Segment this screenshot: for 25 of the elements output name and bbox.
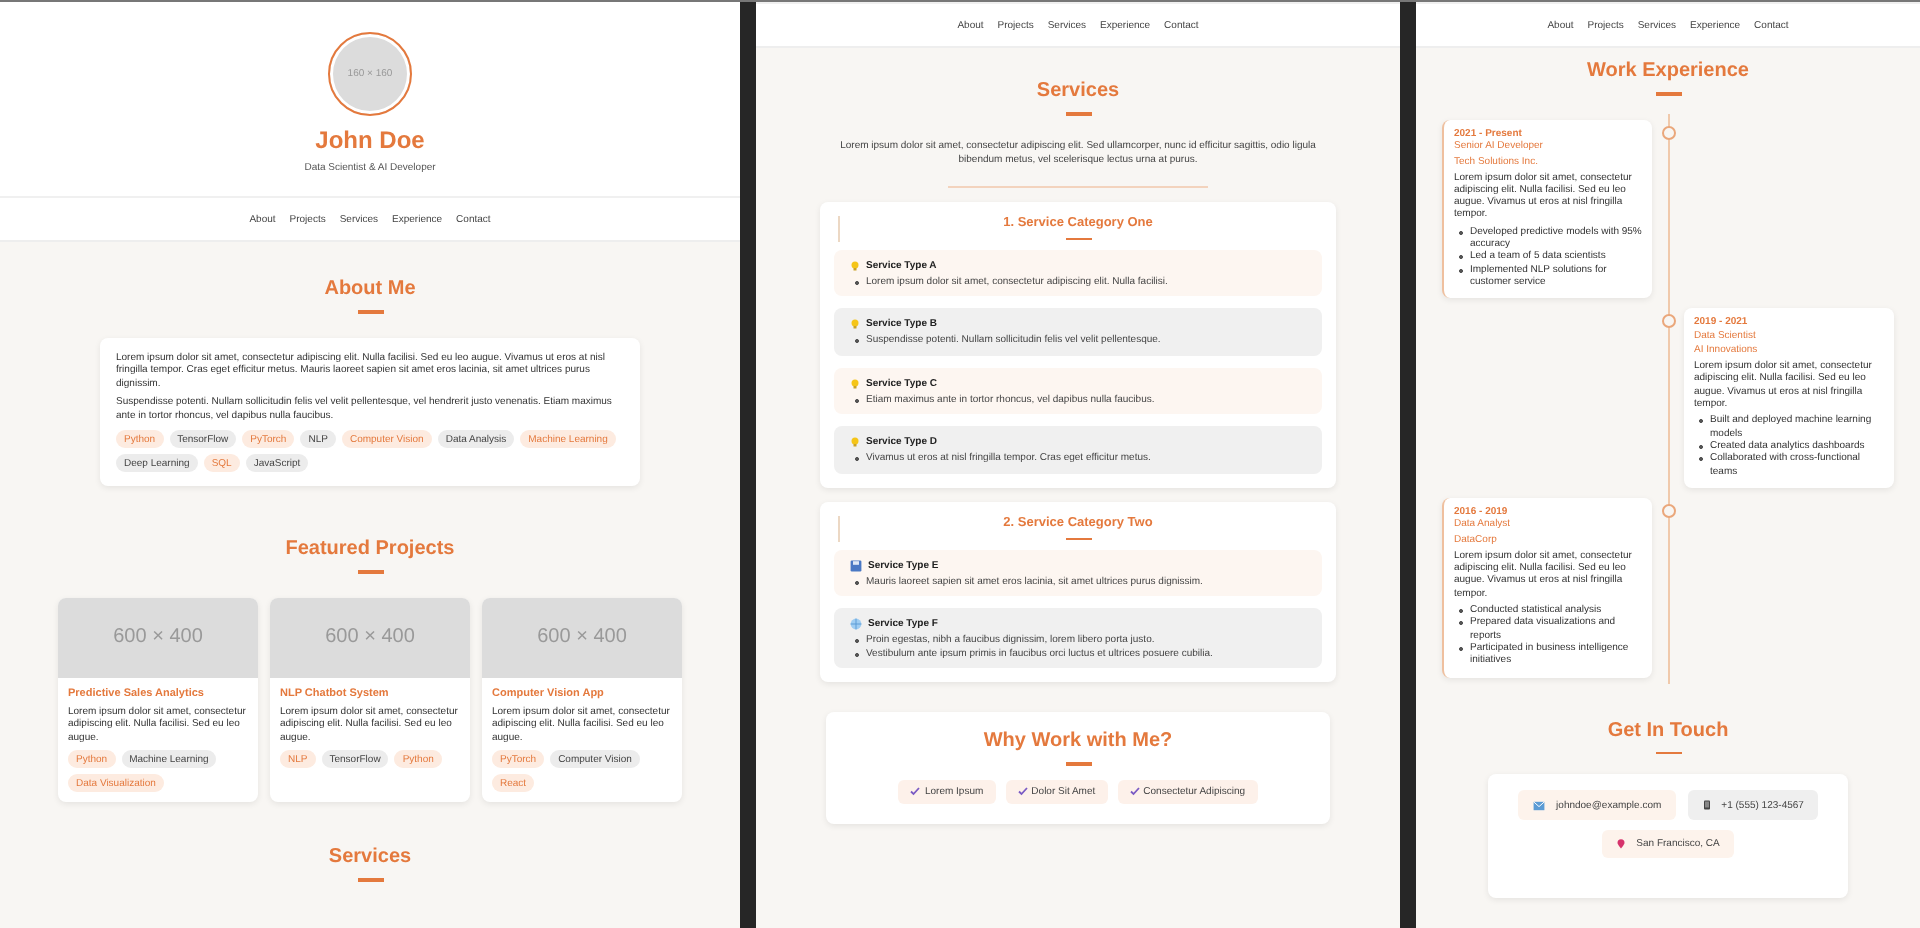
section-title: Work Experience bbox=[1585, 60, 1751, 84]
placeholder-label: 600 × 400 bbox=[537, 626, 627, 648]
timeline-dot bbox=[1661, 125, 1675, 139]
section-title: Featured Projects bbox=[283, 538, 457, 562]
globe-icon bbox=[850, 618, 862, 630]
lightbulb-icon bbox=[850, 259, 860, 271]
section-title: Services bbox=[326, 846, 414, 870]
lightbulb-icon bbox=[850, 436, 860, 448]
section-title: About Me bbox=[322, 278, 418, 302]
lightbulb-icon bbox=[850, 318, 860, 330]
phone-icon bbox=[1701, 798, 1712, 813]
profile-name: John Doe bbox=[313, 126, 427, 154]
checkmark-icon bbox=[1017, 786, 1028, 796]
placeholder-label: 600 × 400 bbox=[113, 626, 203, 648]
section-title: Why Work with Me? bbox=[981, 730, 1175, 754]
checkmark-icon bbox=[1129, 786, 1140, 796]
placeholder-label: 600 × 400 bbox=[325, 626, 415, 648]
envelope-icon bbox=[1532, 799, 1547, 812]
lightbulb-icon bbox=[850, 377, 860, 389]
section-title: Get In Touch bbox=[1605, 719, 1731, 744]
timeline-dot bbox=[1661, 503, 1675, 518]
location-pin-icon bbox=[1616, 838, 1627, 851]
timeline-dot bbox=[1661, 314, 1675, 329]
section-title: Services bbox=[1034, 80, 1122, 104]
checkmark-icon bbox=[910, 786, 921, 796]
